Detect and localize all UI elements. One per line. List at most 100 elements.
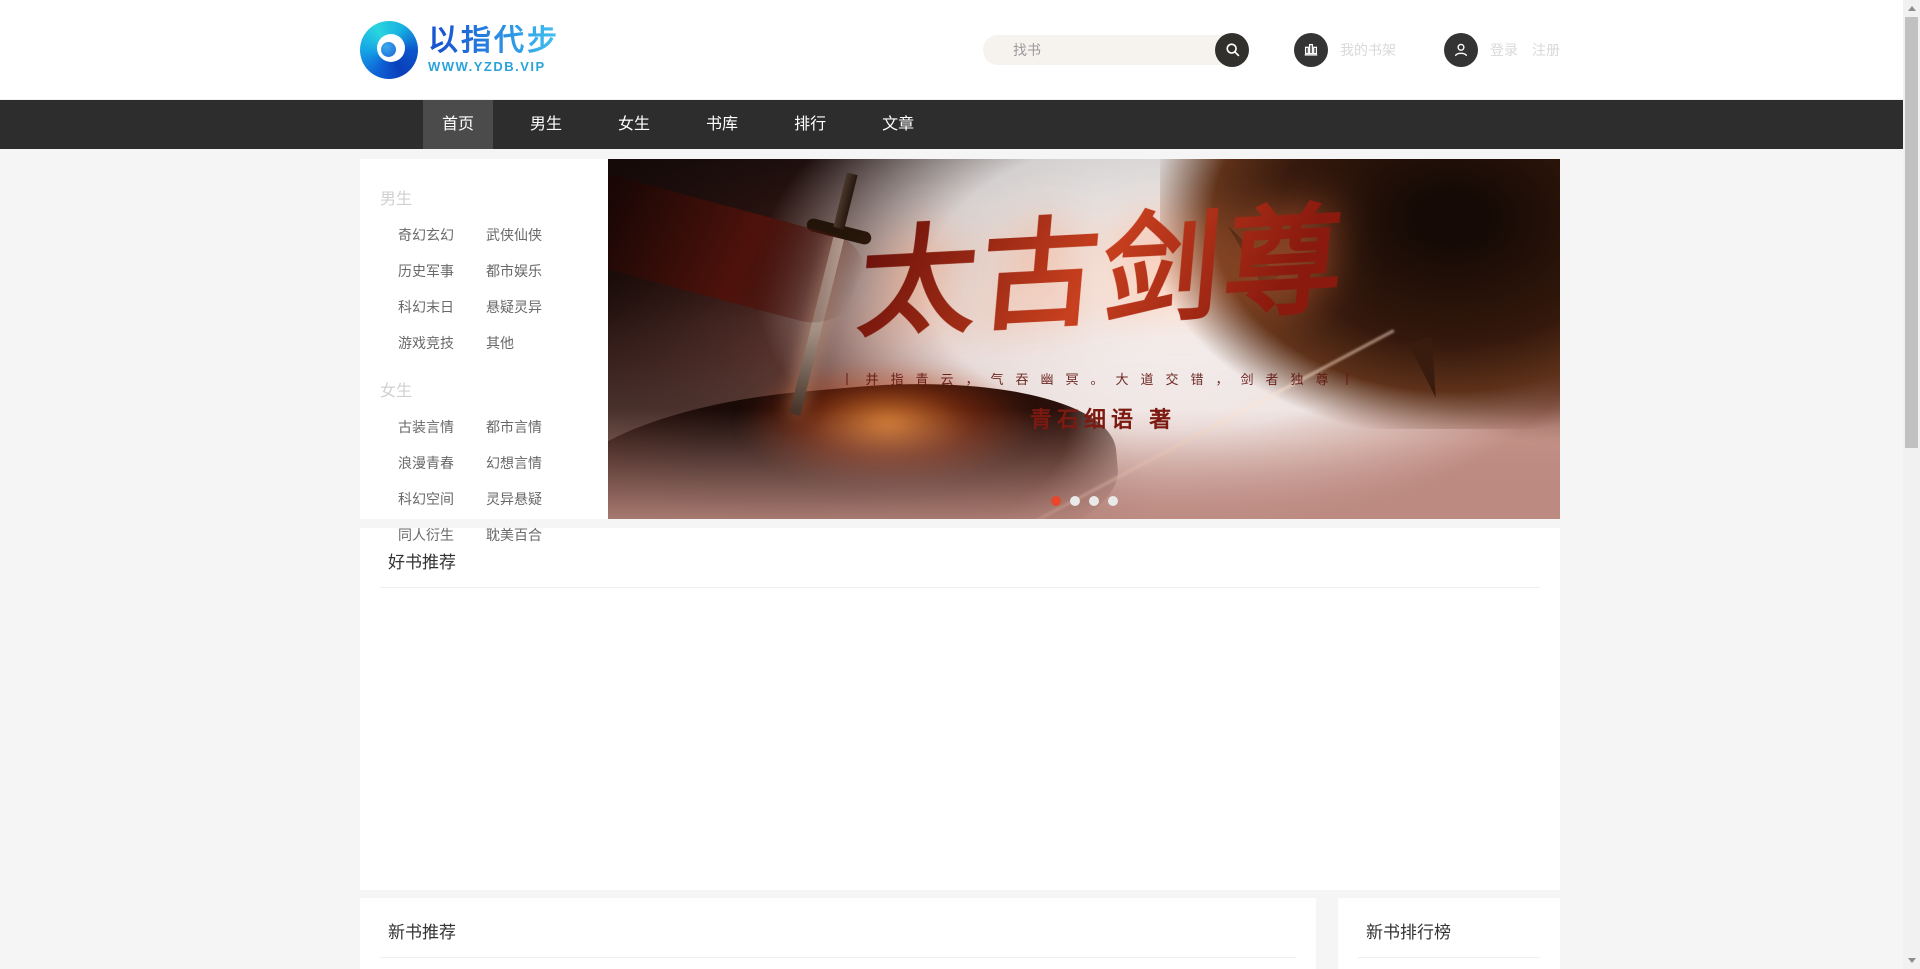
category-link[interactable]: 奇幻玄幻 — [398, 227, 454, 243]
category-link[interactable]: 灵异悬疑 — [486, 491, 542, 507]
main-nav: 首页 男生 女生 书库 排行 文章 — [0, 100, 1920, 149]
category-link[interactable]: 耽美百合 — [486, 527, 542, 543]
user-icon — [1452, 41, 1470, 59]
category-link[interactable]: 其他 — [486, 335, 514, 351]
section-divider — [380, 957, 1296, 958]
nav-link-female[interactable]: 女生 — [599, 100, 669, 149]
banner-sword-blade — [789, 234, 844, 416]
banner-rocks-art — [608, 365, 1125, 519]
my-shelf-link[interactable]: 我的书架 — [1340, 40, 1396, 60]
category-item: 武侠仙侠 — [486, 225, 574, 245]
category-section-title-female: 女生 — [380, 377, 608, 401]
category-grid-female: 古装言情 都市言情 浪漫青春 幻想言情 科幻空间 灵异悬疑 同人衍生 耽美百合 — [380, 417, 608, 545]
nav-link-library[interactable]: 书库 — [687, 100, 757, 149]
nav-item-home: 首页 — [423, 100, 493, 149]
category-link[interactable]: 古装言情 — [398, 419, 454, 435]
nav-link-ranking[interactable]: 排行 — [775, 100, 845, 149]
category-item: 同人衍生 — [398, 525, 486, 545]
banner-tagline: 丨并指青云，气吞幽冥。大道交错，剑者独尊丨 — [665, 369, 1541, 388]
nav-item-male: 男生 — [511, 100, 581, 149]
nav-link-home[interactable]: 首页 — [423, 100, 493, 149]
banner-author: 青石细语 著 — [665, 402, 1541, 434]
nav-item-library: 书库 — [687, 100, 757, 149]
nav-item-articles: 文章 — [863, 100, 933, 149]
register-link[interactable]: 注册 — [1532, 40, 1560, 60]
category-item: 游戏竞技 — [398, 333, 486, 353]
new-books-heading: 新书推荐 — [360, 898, 1316, 957]
banner-text-block: 太古剑尊 丨并指青云，气吞幽冥。大道交错，剑者独尊丨 青石细语 著 — [665, 201, 1541, 434]
arrow-up-icon — [1908, 6, 1916, 11]
category-grid-male: 奇幻玄幻 武侠仙侠 历史军事 都市娱乐 科幻末日 悬疑灵异 游戏竞技 其他 — [380, 225, 608, 353]
nav-link-male[interactable]: 男生 — [511, 100, 581, 149]
section-divider — [1358, 957, 1540, 958]
banner-dragon-art — [1160, 159, 1560, 429]
nav-link-articles[interactable]: 文章 — [863, 100, 933, 149]
category-item: 耽美百合 — [486, 525, 574, 545]
site-domain: WWW.YZDB.VIP — [428, 59, 560, 74]
login-link[interactable]: 登录 — [1490, 40, 1518, 60]
carousel-dot[interactable] — [1089, 496, 1099, 506]
banner-mist — [608, 409, 1560, 519]
category-item: 幻想言情 — [486, 453, 574, 473]
arrow-down-icon — [1908, 958, 1916, 963]
banner-book-title: 太古剑尊 — [853, 188, 1353, 356]
logo-text: 以指代步 WWW.YZDB.VIP — [428, 25, 560, 74]
site-title: 以指代步 — [428, 25, 560, 57]
good-books-section: 好书推荐 — [360, 528, 1560, 890]
banner-light-streak — [1013, 329, 1394, 519]
category-item: 都市言情 — [486, 417, 574, 437]
category-link[interactable]: 都市娱乐 — [486, 263, 542, 279]
new-ranking-section: 新书排行榜 — [1338, 898, 1560, 969]
banner-sword-hilt — [833, 173, 857, 230]
section-divider — [380, 587, 1540, 588]
category-link[interactable]: 同人衍生 — [398, 527, 454, 543]
category-item: 灵异悬疑 — [486, 489, 574, 509]
bookshelf-icon — [1302, 41, 1320, 59]
category-section-title-male: 男生 — [380, 185, 608, 209]
category-link[interactable]: 浪漫青春 — [398, 455, 454, 471]
banner-sword-guard — [805, 217, 872, 246]
category-link[interactable]: 科幻空间 — [398, 491, 454, 507]
category-link[interactable]: 历史军事 — [398, 263, 454, 279]
main-content: 男生 奇幻玄幻 武侠仙侠 历史军事 都市娱乐 科幻末日 悬疑灵异 游戏竞技 其他… — [360, 159, 1560, 969]
new-ranking-heading: 新书排行榜 — [1338, 898, 1560, 957]
category-item: 古装言情 — [398, 417, 486, 437]
category-link[interactable]: 都市言情 — [486, 419, 542, 435]
category-item: 奇幻玄幻 — [398, 225, 486, 245]
logo-link[interactable]: 以指代步 WWW.YZDB.VIP — [360, 21, 560, 79]
nav-item-female: 女生 — [599, 100, 669, 149]
scrollbar-up-arrow[interactable] — [1903, 0, 1920, 17]
site-header: 以指代步 WWW.YZDB.VIP — [0, 0, 1920, 100]
category-item: 历史军事 — [398, 261, 486, 281]
user-button[interactable] — [1444, 33, 1478, 67]
search-input[interactable] — [983, 42, 1246, 58]
bookshelf-button[interactable] — [1294, 33, 1328, 67]
nav-item-ranking: 排行 — [775, 100, 845, 149]
scrollbar-down-arrow[interactable] — [1903, 952, 1920, 969]
banner-dragon-horn — [1409, 337, 1448, 401]
nav-list: 首页 男生 女生 书库 排行 文章 — [360, 100, 1560, 149]
search-box — [983, 35, 1246, 65]
header-actions: 我的书架 登录 注册 — [983, 33, 1560, 67]
hero-banner-slide[interactable]: 太古剑尊 丨并指青云，气吞幽冥。大道交错，剑者独尊丨 青石细语 著 — [608, 159, 1560, 519]
category-item: 科幻空间 — [398, 489, 486, 509]
carousel-dot[interactable] — [1070, 496, 1080, 506]
category-item: 科幻末日 — [398, 297, 486, 317]
category-link[interactable]: 悬疑灵异 — [486, 299, 542, 315]
category-link[interactable]: 幻想言情 — [486, 455, 542, 471]
category-item: 浪漫青春 — [398, 453, 486, 473]
carousel-dots — [1046, 496, 1122, 506]
category-item: 悬疑灵异 — [486, 297, 574, 317]
search-icon — [1224, 41, 1241, 58]
search-button[interactable] — [1215, 33, 1249, 67]
category-item: 其他 — [486, 333, 574, 353]
carousel-dot[interactable] — [1108, 496, 1118, 506]
category-link[interactable]: 游戏竞技 — [398, 335, 454, 351]
category-sidebar: 男生 奇幻玄幻 武侠仙侠 历史军事 都市娱乐 科幻末日 悬疑灵异 游戏竞技 其他… — [360, 159, 608, 519]
scrollbar-track[interactable] — [1903, 0, 1920, 969]
scrollbar-thumb[interactable] — [1905, 17, 1918, 448]
category-link[interactable]: 武侠仙侠 — [486, 227, 542, 243]
carousel-dot[interactable] — [1051, 496, 1061, 506]
new-books-section: 新书推荐 — [360, 898, 1316, 969]
category-link[interactable]: 科幻末日 — [398, 299, 454, 315]
